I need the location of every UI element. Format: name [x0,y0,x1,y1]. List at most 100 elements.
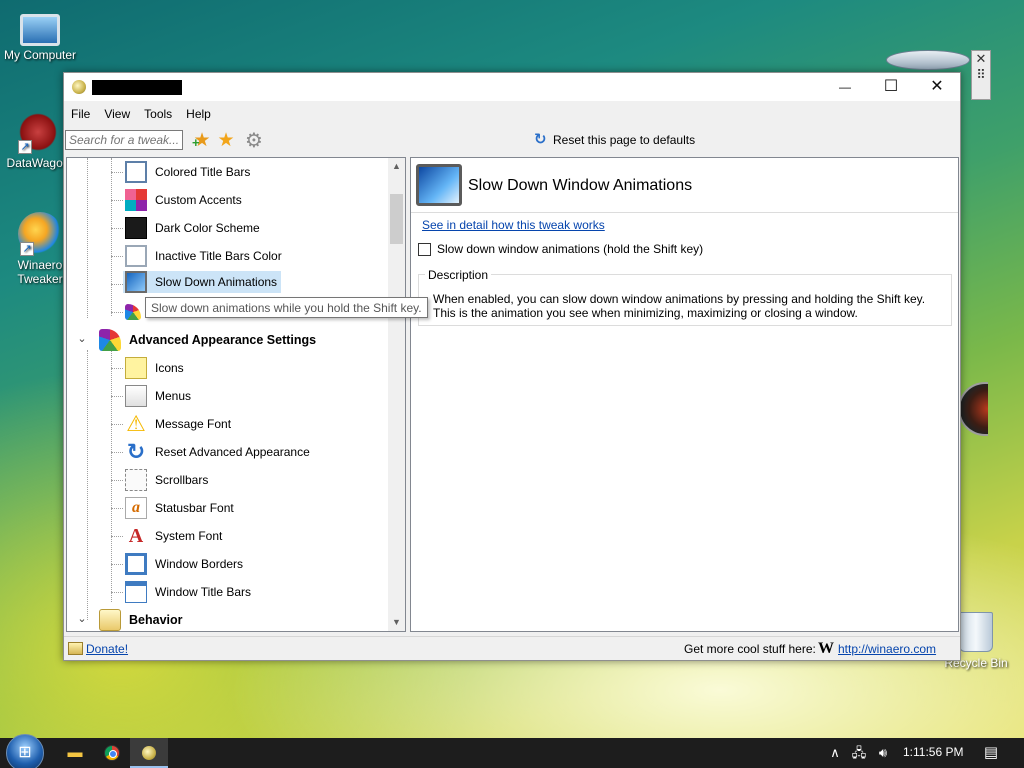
recycle-bin-icon [959,612,993,652]
donate-link[interactable]: Donate! [86,642,128,656]
detail-title: Slow Down Window Animations [468,177,693,194]
tree-scrollbar[interactable]: ▲ ▼ [388,158,405,631]
tree-item-custom-accents[interactable]: Custom Accents [125,189,244,211]
tree-item-hidden[interactable] [125,301,147,323]
window-title [92,80,182,95]
scrollbar-thumb[interactable] [390,194,403,244]
tree-item-menus[interactable]: Menus [125,385,193,407]
volume-button[interactable]: 🔊︎ [872,738,894,768]
dark-color-scheme-icon [125,217,147,239]
scroll-up-icon[interactable]: ▲ [388,158,405,175]
behavior-icon [99,609,121,631]
winaero-tweaker-window: — ☐ ✕ File View Tools Help ★+ ★ ⚙ ↻ Rese… [63,72,961,661]
desktop-icon-label: My Computer [3,48,77,62]
description-legend: Description [425,268,492,282]
inactive-title-bars-icon [125,245,147,267]
action-center-button[interactable]: ▤ [978,738,1004,768]
colored-title-bars-icon [125,161,147,183]
search-input[interactable] [65,130,183,150]
menu-tools[interactable]: Tools [139,107,181,121]
custom-accents-icon [125,189,147,211]
reset-page-label: Reset this page to defaults [553,133,696,147]
close-button[interactable]: ✕ [914,73,960,101]
notifications-icon: ▤ [983,744,999,761]
tree-item-icons[interactable]: Icons [125,357,186,379]
slow-down-animations-icon [416,164,462,206]
statusbar-font-icon: a [125,497,147,519]
taskbar: ⊞ ▬ ∧ 🖧 🔊︎ 1:11:56 PM ▤ [0,734,1024,768]
network-button[interactable]: 🖧 [848,738,870,768]
desktop-icon-my-computer[interactable]: My Computer [0,8,80,62]
tree-item-window-borders[interactable]: Window Borders [125,553,245,575]
winaero-logo-icon: W [818,640,834,657]
tree-group-advanced-appearance[interactable]: Advanced Appearance Settings [99,329,318,351]
tweak-detail-panel: Slow Down Window Animations See in detai… [410,157,959,632]
tree-group-behavior[interactable]: Behavior [99,609,185,631]
tree-item-message-font[interactable]: ⚠ Message Font [125,413,233,435]
menu-view[interactable]: View [99,107,139,121]
tree-item-reset-advanced-appearance[interactable]: ↻ Reset Advanced Appearance [125,441,312,463]
reset-icon: ↻ [126,439,146,464]
expander-behavior[interactable]: ⌄ [76,612,88,625]
scrollbars-icon [125,469,147,491]
tree-item-colored-title-bars[interactable]: Colored Title Bars [125,161,252,183]
tree-item-slow-down-animations[interactable]: Slow Down Animations [123,271,282,293]
taskbar-file-explorer[interactable]: ▬ [56,738,94,768]
window-title-bars-icon [125,581,147,603]
expander-advanced-appearance[interactable]: ⌄ [76,332,88,345]
taskbar-winaero-tweaker[interactable] [130,738,168,768]
show-hidden-icons-button[interactable]: ∧ [826,738,844,768]
network-icon: 🖧 [851,745,867,760]
tree-item-tooltip: Slow down animations while you hold the … [145,297,428,318]
reset-page-button[interactable]: ↻ Reset this page to defaults [534,132,696,147]
menu-help[interactable]: Help [181,107,220,121]
computer-icon [20,14,60,46]
tree-item-dark-color-scheme[interactable]: Dark Color Scheme [125,217,262,239]
app-icon [72,80,86,94]
detail-header: Slow Down Window Animations [411,158,958,213]
title-bar[interactable]: — ☐ ✕ [64,73,960,101]
slow-down-animations-icon [125,271,147,293]
winaero-tweaker-icon: ↗ [18,212,62,256]
menu-file[interactable]: File [66,107,99,121]
tweak-tree: Colored Title Bars Custom Accents Dark C… [66,157,406,632]
tree-item-scrollbars[interactable]: Scrollbars [125,469,210,491]
gear-icon[interactable]: ⚙ [244,131,264,151]
chevron-up-icon: ∧ [830,745,840,760]
tree-item-system-font[interactable]: A System Font [125,525,224,547]
slow-animations-checkbox[interactable] [418,242,431,256]
get-more-label: Get more cool stuff here: [684,642,816,656]
start-button[interactable]: ⊞ [6,734,44,768]
warning-icon: ⚠ [126,411,146,436]
chrome-icon [104,745,120,761]
scroll-down-icon[interactable]: ▼ [388,614,405,631]
recycle-bin-lid-icon [886,50,970,70]
bookmarks-icon[interactable]: ★ [216,131,236,151]
slow-animations-checkbox-label: Slow down window animations (hold the Sh… [437,242,704,256]
datawagon-icon: ↗ [16,110,60,154]
maximize-button[interactable]: ☐ [868,73,914,101]
winaero-tweaker-icon [142,746,156,760]
toolbar: ★+ ★ ⚙ ↻ Reset this page to defaults [64,127,960,157]
taskbar-chrome[interactable] [93,738,131,768]
clock[interactable]: 1:11:56 PM [903,745,963,759]
window-borders-icon [125,553,147,575]
gadget-close-icon[interactable]: ✕ ⠿ [971,50,991,100]
tree-item-window-title-bars[interactable]: Window Title Bars [125,581,253,603]
status-bar: Donate! Get more cool stuff here: W http… [64,636,960,660]
icons-icon [125,357,147,379]
tweak-details-link[interactable]: See in detail how this tweak works [422,218,605,232]
winaero-link[interactable]: http://winaero.com [838,642,936,656]
tree-item-inactive-title-bars-color[interactable]: Inactive Title Bars Color [125,245,284,267]
shortcut-arrow-icon: ↗ [18,140,32,154]
donate-icon [68,642,83,655]
shortcut-arrow-icon: ↗ [20,242,34,256]
system-font-icon: A [128,525,144,547]
minimize-button[interactable]: — [822,73,868,101]
slow-animations-checkbox-row[interactable]: Slow down window animations (hold the Sh… [418,242,703,256]
add-bookmark-icon[interactable]: ★ + [192,131,212,151]
description-text: When enabled, you can slow down window a… [433,292,926,320]
cpu-gauge-gadget [958,382,988,436]
advanced-appearance-icon [99,329,121,351]
tree-item-statusbar-font[interactable]: a Statusbar Font [125,497,236,519]
